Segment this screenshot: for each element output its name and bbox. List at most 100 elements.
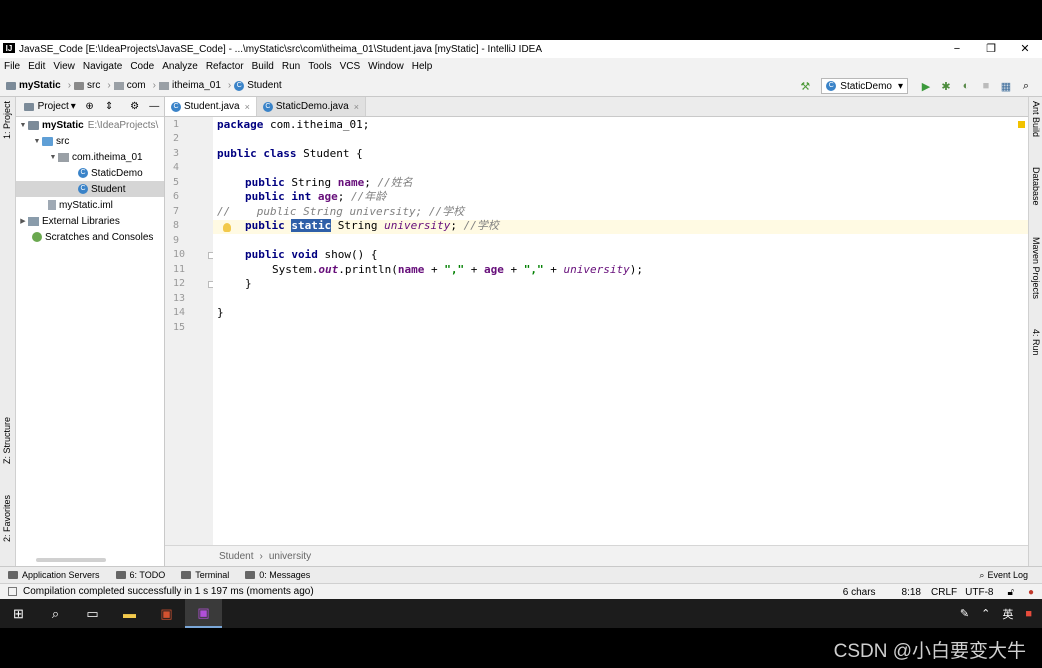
warning-marker-icon[interactable]: [1018, 121, 1025, 128]
event-log-label: Event Log: [987, 570, 1028, 580]
debug-icon[interactable]: ✱: [939, 79, 953, 93]
caret-position[interactable]: 8:18: [902, 587, 921, 598]
menu-view[interactable]: View: [53, 61, 75, 72]
menu-window[interactable]: Window: [368, 61, 404, 72]
menu-tools[interactable]: Tools: [308, 61, 331, 72]
lock-icon[interactable]: 🔓︎: [1007, 587, 1013, 598]
powerpoint-icon[interactable]: ▣: [148, 599, 185, 628]
nav-crumb-com[interactable]: com: [113, 80, 146, 91]
close-tab-icon[interactable]: ×: [354, 102, 359, 112]
expand-arrow-icon[interactable]: ▼: [18, 122, 28, 129]
tree-item-module[interactable]: ▼ myStatic E:\IdeaProjects\: [16, 117, 164, 133]
inspector-icon[interactable]: ●: [1028, 587, 1034, 598]
expand-arrow-icon[interactable]: ▶: [18, 217, 28, 225]
menu-help[interactable]: Help: [412, 61, 433, 72]
search-icon[interactable]: ⌕: [1019, 79, 1033, 93]
tab-student-java[interactable]: C Student.java ×: [165, 97, 257, 116]
tree-item-package[interactable]: ▼ com.itheima_01: [16, 149, 164, 165]
menu-code[interactable]: Code: [130, 61, 154, 72]
nav-crumb-class[interactable]: C Student: [234, 80, 282, 91]
minimize-button[interactable]: −: [940, 40, 974, 58]
search-icon[interactable]: ⌕: [37, 599, 74, 628]
nav-crumb-package[interactable]: itheima_01: [158, 80, 221, 91]
line-separator[interactable]: CRLF: [931, 587, 957, 598]
tray-app-icon[interactable]: ■: [1025, 608, 1032, 620]
chevron-up-icon[interactable]: ⌃: [981, 607, 990, 620]
nav-crumb-src-label: src: [87, 80, 101, 91]
maximize-button[interactable]: ❐: [974, 40, 1008, 58]
tool-tab-application-servers[interactable]: Application Servers: [8, 570, 100, 580]
intellij-logo-icon: IJ: [3, 43, 15, 55]
expand-arrow-icon[interactable]: ▼: [48, 154, 58, 161]
run-config-select[interactable]: C StaticDemo ▾: [821, 78, 908, 94]
hide-icon[interactable]: —: [148, 101, 160, 113]
tab-database[interactable]: Database: [1031, 167, 1041, 206]
breadcrumb-class[interactable]: Student: [219, 551, 253, 562]
menu-navigate[interactable]: Navigate: [83, 61, 122, 72]
tree-item-src[interactable]: ▼ src: [16, 133, 164, 149]
locate-icon[interactable]: ⊕: [84, 101, 96, 113]
tab-staticdemo-java[interactable]: C StaticDemo.java ×: [256, 97, 366, 116]
close-tab-icon[interactable]: ×: [245, 102, 250, 112]
tab-structure[interactable]: Z: Structure: [2, 417, 12, 464]
nav-crumb-module[interactable]: myStatic: [6, 80, 61, 91]
menu-refactor[interactable]: Refactor: [206, 61, 244, 72]
coverage-icon[interactable]: ◐: [959, 79, 973, 93]
tree-item-label: myStatic.iml: [59, 199, 113, 211]
stop-icon[interactable]: ■: [979, 79, 993, 93]
collapse-all-icon[interactable]: ⇕: [103, 101, 115, 113]
tool-tab-todo[interactable]: 6: TODO: [115, 570, 165, 580]
ime-indicator[interactable]: 英: [1002, 606, 1013, 622]
tree-item-iml[interactable]: myStatic.iml: [16, 197, 164, 213]
gear-icon[interactable]: ⚙: [129, 101, 141, 113]
tree-item-student[interactable]: C Student: [16, 181, 164, 197]
tree-item-external-libraries[interactable]: ▶ External Libraries: [16, 213, 164, 229]
tree-item-staticdemo[interactable]: C StaticDemo: [16, 165, 164, 181]
selection-count: 6 chars: [842, 586, 876, 598]
menu-vcs[interactable]: VCS: [340, 61, 361, 72]
tab-ant-build[interactable]: Ant Build: [1031, 101, 1041, 137]
code-line-14: }: [217, 306, 224, 319]
tab-favorites[interactable]: 2: Favorites: [2, 495, 12, 542]
project-view-select[interactable]: Project: [38, 101, 69, 112]
menu-edit[interactable]: Edit: [28, 61, 45, 72]
tool-tab-terminal[interactable]: Terminal: [181, 570, 229, 580]
project-structure-icon[interactable]: ▦: [999, 79, 1013, 93]
nav-crumb-module-label: myStatic: [19, 80, 61, 91]
editor-gutter[interactable]: 1 2 3 4 5 6 7 8 9 10 11 12 13 14 15: [165, 117, 215, 545]
task-view-icon[interactable]: ▭: [74, 599, 111, 628]
tree-item-scratches[interactable]: Scratches and Consoles: [16, 229, 164, 245]
status-message[interactable]: Compilation completed successfully in 1 …: [23, 586, 314, 597]
build-hammer-icon[interactable]: ⚒: [798, 79, 812, 93]
menu-build[interactable]: Build: [252, 61, 274, 72]
tab-maven-projects[interactable]: Maven Projects: [1031, 237, 1041, 299]
event-log-button[interactable]: ⌕ Event Log: [979, 570, 1028, 581]
windows-start-icon[interactable]: ⊞: [0, 599, 37, 628]
menu-run[interactable]: Run: [282, 61, 300, 72]
tool-tab-messages[interactable]: 0: Messages: [245, 570, 310, 580]
close-button[interactable]: ✕: [1008, 40, 1042, 58]
file-encoding[interactable]: UTF-8: [965, 587, 993, 598]
tool-window-bar: Application Servers 6: TODO Terminal 0: …: [0, 566, 1042, 583]
breadcrumb-member[interactable]: university: [269, 551, 311, 562]
nav-crumb-src[interactable]: src: [74, 80, 100, 91]
lightbulb-icon[interactable]: [223, 223, 231, 232]
menu-file[interactable]: File: [4, 61, 20, 72]
status-icon[interactable]: [8, 587, 17, 596]
tab-run[interactable]: 4: Run: [1031, 329, 1041, 356]
menu-analyze[interactable]: Analyze: [162, 61, 198, 72]
run-icon[interactable]: ▶: [919, 79, 933, 93]
os-taskbar: ⊞ ⌕ ▭ ▬ ▣ ▣ ✎ ⌃ 英 ■: [0, 599, 1042, 628]
chevron-right-icon: ›: [227, 80, 232, 91]
expand-arrow-icon[interactable]: ▼: [32, 138, 42, 145]
pen-icon[interactable]: ✎: [960, 607, 969, 620]
class-icon: C: [78, 168, 88, 178]
horizontal-scrollbar[interactable]: [36, 558, 106, 562]
chevron-down-icon[interactable]: ▾: [71, 101, 76, 112]
line-number: 1: [173, 119, 180, 130]
code-editor[interactable]: package com.itheima_01; public class Stu…: [213, 117, 1028, 545]
file-explorer-icon[interactable]: ▬: [111, 599, 148, 628]
tab-project[interactable]: 1: Project: [2, 101, 12, 139]
title-bar: IJ JavaSE_Code [E:\IdeaProjects\JavaSE_C…: [0, 40, 1042, 58]
intellij-taskbar-icon[interactable]: ▣: [185, 599, 222, 628]
